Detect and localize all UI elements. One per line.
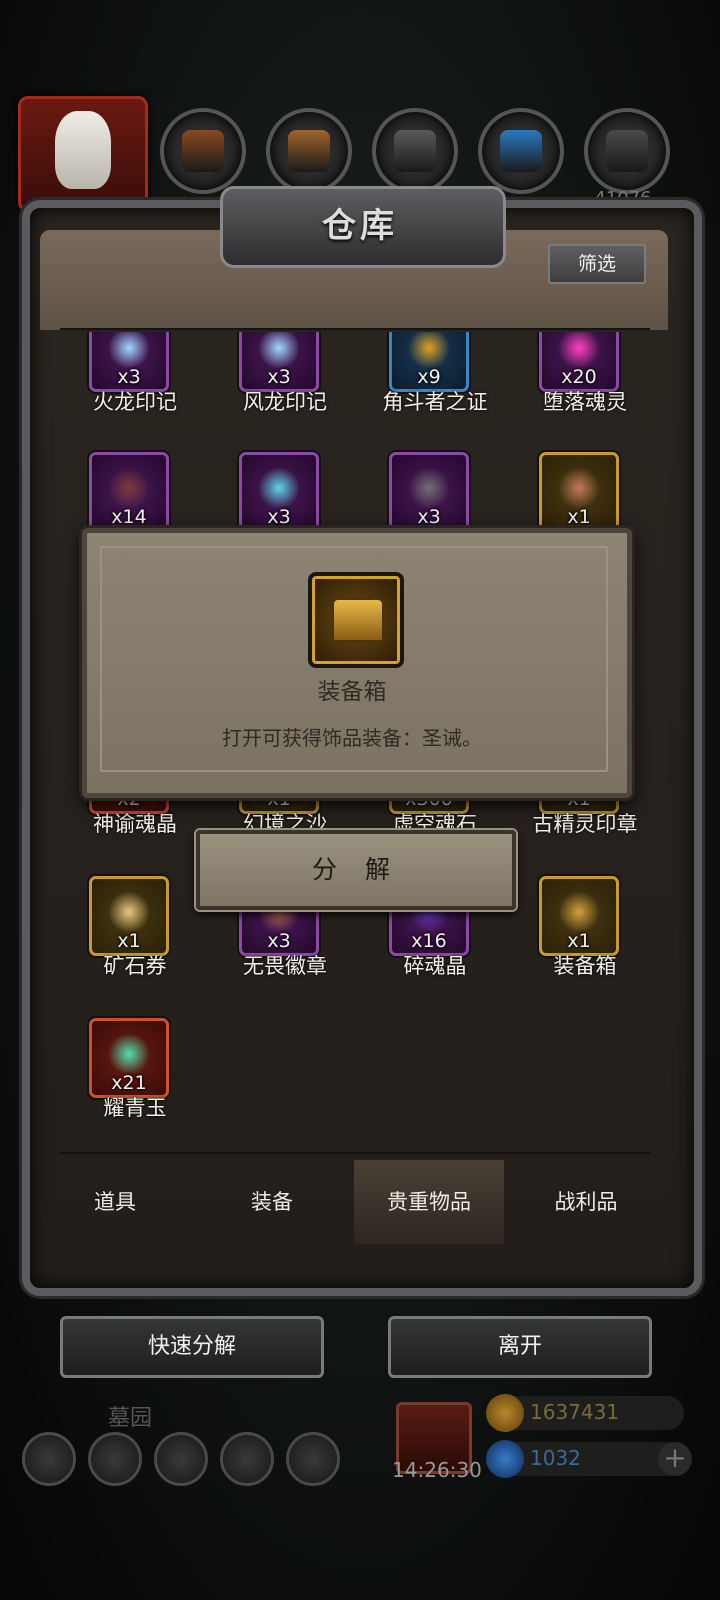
- item-quantity: x3: [417, 506, 441, 528]
- item-quantity: x3: [267, 506, 291, 528]
- item-glyph-icon: [108, 332, 150, 369]
- page-title: 仓库: [322, 206, 398, 246]
- item-name: 风龙印记: [243, 390, 327, 414]
- item-quantity: x1: [117, 930, 141, 952]
- item-name: 堕落魂灵: [543, 390, 627, 414]
- item-quantity: x16: [411, 930, 447, 952]
- player-avatar[interactable]: [18, 96, 148, 212]
- item-glyph-icon: [408, 332, 450, 369]
- item-quantity: x9: [417, 366, 441, 388]
- item-slot[interactable]: x20 堕落魂灵: [510, 332, 650, 444]
- item-name: 火龙印记: [93, 390, 177, 414]
- item-name: 装备箱: [553, 954, 617, 978]
- item-name: 古精灵印章: [532, 812, 638, 836]
- item-glyph-icon: [108, 467, 150, 509]
- item-quantity: x1: [567, 506, 591, 528]
- item-glyph-icon: [108, 891, 150, 933]
- filter-button[interactable]: 筛选: [548, 244, 646, 284]
- item-glyph-icon: [258, 467, 300, 509]
- item-glyph-icon: [558, 467, 600, 509]
- item-quantity: x20: [561, 366, 597, 388]
- tab-items[interactable]: 道具: [40, 1160, 190, 1244]
- leave-button[interactable]: 离开: [388, 1316, 652, 1378]
- resource-stone-icon[interactable]: [372, 108, 458, 194]
- item-name: 碎魂晶: [403, 954, 467, 978]
- item-quantity: x3: [267, 930, 291, 952]
- item-slot[interactable]: x1 装备箱: [510, 876, 650, 1008]
- helmet-icon[interactable]: [88, 1432, 142, 1486]
- item-quantity: x3: [117, 366, 141, 388]
- gem-icon: [486, 1440, 524, 1478]
- item-glyph-icon: [408, 467, 450, 509]
- item-quantity: x21: [111, 1072, 147, 1094]
- resource-crystal-icon[interactable]: [478, 108, 564, 194]
- decompose-button[interactable]: 分 解: [196, 830, 516, 910]
- tab-valuables[interactable]: 贵重物品: [354, 1160, 504, 1244]
- divider-bottom: [60, 1152, 650, 1154]
- item-quantity: x3: [267, 366, 291, 388]
- mail-icon[interactable]: [220, 1432, 274, 1486]
- item-glyph-icon: [558, 891, 600, 933]
- item-name: 角斗者之证: [382, 390, 488, 414]
- add-gems-plus-icon[interactable]: +: [658, 1442, 692, 1476]
- item-glyph-icon: [258, 332, 300, 369]
- item-quantity: x14: [111, 506, 147, 528]
- resource-plank-icon[interactable]: [266, 108, 352, 194]
- location-label: 墓园: [108, 1406, 153, 1431]
- item-slot[interactable]: x21 耀青玉: [60, 1018, 210, 1150]
- gold-coin-icon: [486, 1394, 524, 1432]
- item-name: 无畏徽章: [243, 954, 327, 978]
- settings-gear-icon[interactable]: [22, 1432, 76, 1486]
- tab-equipment[interactable]: 装备: [197, 1160, 347, 1244]
- resource-iron-icon[interactable]: [584, 108, 670, 194]
- item-glyph-icon: [558, 332, 600, 369]
- castle-icon[interactable]: [154, 1432, 208, 1486]
- equipment-chest-icon: [308, 572, 404, 668]
- item-name: 神谕魂晶: [93, 812, 177, 836]
- gem-amount: 1032: [530, 1446, 581, 1470]
- item-name: 耀青玉: [103, 1096, 167, 1120]
- gold-amount: 1637431: [530, 1400, 620, 1424]
- horse-emblem-icon: [55, 111, 111, 189]
- item-slot[interactable]: x3 风龙印记: [210, 332, 360, 444]
- quick-decompose-button[interactable]: 快速分解: [60, 1316, 324, 1378]
- dialog-item-name: 装备箱: [317, 679, 387, 705]
- item-slot[interactable]: x9 角斗者之证: [360, 332, 510, 444]
- item-slot[interactable]: x1 矿石券: [60, 876, 210, 1008]
- resource-wood-icon[interactable]: [160, 108, 246, 194]
- item-slot[interactable]: x3 火龙印记: [60, 332, 210, 444]
- dialog-item-description: 打开可获得饰品装备：圣诫。: [222, 726, 482, 750]
- category-tabs: 道具 装备 贵重物品 战利品: [40, 1160, 668, 1244]
- divider-top: [60, 328, 650, 330]
- tab-loot[interactable]: 战利品: [511, 1160, 661, 1244]
- item-name: 矿石券: [103, 954, 167, 978]
- item-glyph-icon: [108, 1033, 150, 1075]
- countdown-timer: 14:26:30: [392, 1458, 482, 1482]
- handshake-icon[interactable]: [286, 1432, 340, 1486]
- item-quantity: x1: [567, 930, 591, 952]
